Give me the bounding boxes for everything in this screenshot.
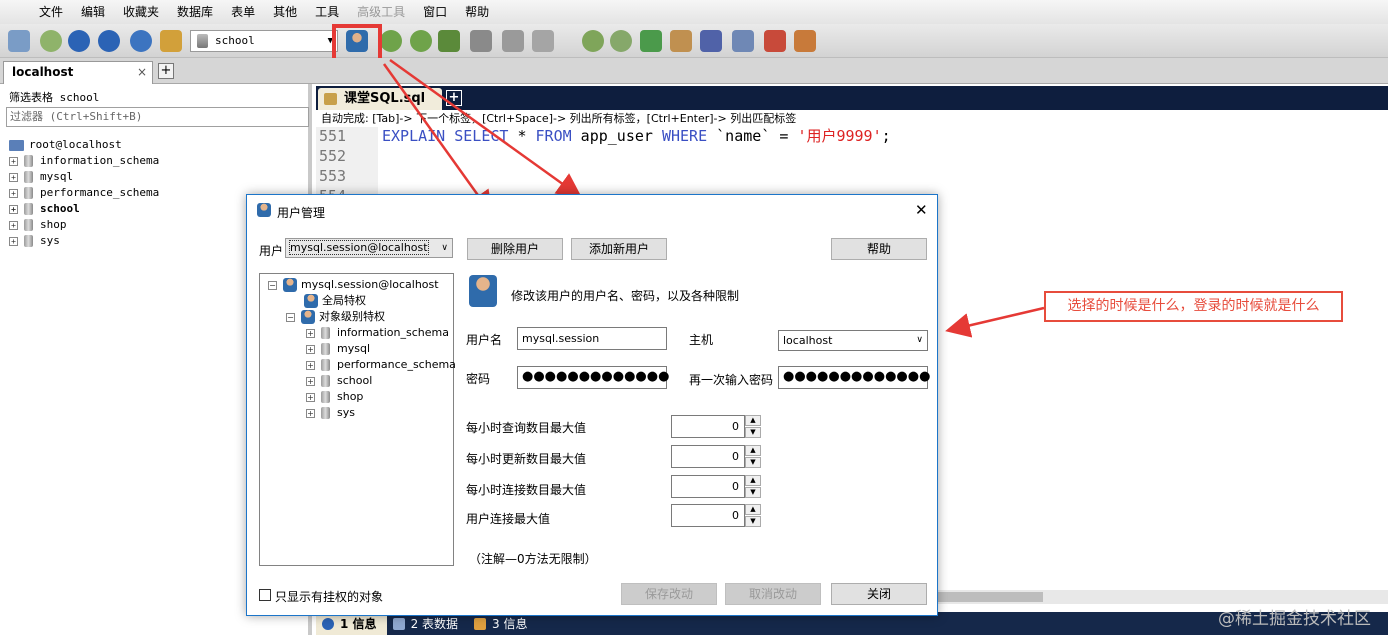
- save-button[interactable]: 保存改动: [621, 583, 717, 605]
- tree-user[interactable]: − mysql.session@localhost: [268, 277, 439, 293]
- repassword-label: 再一次输入密码: [689, 373, 774, 387]
- expand-icon[interactable]: +: [306, 328, 315, 338]
- collapse-icon[interactable]: −: [268, 280, 277, 290]
- expand-icon[interactable]: +: [306, 392, 315, 402]
- collapse-icon[interactable]: −: [286, 312, 295, 322]
- host-select[interactable]: localhost ∨: [778, 330, 928, 351]
- tree-db[interactable]: + mysql: [306, 341, 370, 357]
- expand-icon[interactable]: +: [306, 344, 315, 354]
- user-label: 用户: [259, 244, 284, 258]
- tree-db[interactable]: + performance_schema: [306, 357, 456, 373]
- tree-label: 对象级别特权: [319, 310, 385, 323]
- global-privilege-icon: [304, 294, 318, 308]
- user-select[interactable]: mysql.session@localhost ∨: [285, 238, 453, 258]
- max-connections-label: 每小时连接数目最大值: [466, 483, 587, 497]
- host-select-value: localhost: [783, 334, 833, 347]
- spin-up-icon[interactable]: ▲: [745, 415, 761, 426]
- spin-up-icon[interactable]: ▲: [745, 504, 761, 515]
- tree-db[interactable]: + information_schema: [306, 325, 449, 341]
- cancel-button[interactable]: 取消改动: [725, 583, 821, 605]
- spin-down-icon[interactable]: ▼: [745, 457, 761, 468]
- object-privilege-icon: [301, 310, 315, 324]
- tree-db[interactable]: + school: [306, 373, 372, 389]
- database-icon: [321, 359, 330, 371]
- tree-db-label: mysql: [337, 342, 370, 355]
- password-input[interactable]: ●●●●●●●●●●●●●: [517, 366, 669, 389]
- expand-icon[interactable]: +: [306, 360, 315, 370]
- tree-label: 全局特权: [322, 294, 366, 307]
- close-button[interactable]: 关闭: [831, 583, 927, 605]
- tree-db[interactable]: + shop: [306, 389, 363, 405]
- expand-icon[interactable]: +: [306, 376, 315, 386]
- limits-note: （注解—0方法无限制）: [469, 552, 597, 566]
- user-large-icon: [469, 275, 497, 307]
- spin-down-icon[interactable]: ▼: [745, 516, 761, 527]
- stepper-value[interactable]: 0: [671, 415, 745, 438]
- max-queries-label: 每小时查询数目最大值: [466, 421, 587, 435]
- spin-up-icon[interactable]: ▲: [745, 475, 761, 486]
- user-manager-dialog: 用户管理 ✕ 用户 mysql.session@localhost ∨ 删除用户 …: [246, 194, 938, 616]
- delete-user-button[interactable]: 删除用户: [467, 238, 563, 260]
- tree-global-privileges[interactable]: 全局特权: [304, 293, 366, 309]
- max-user-connections-label: 用户连接最大值: [466, 512, 551, 526]
- chevron-down-icon: ∨: [441, 243, 448, 253]
- tree-user-label: mysql.session@localhost: [301, 278, 439, 291]
- stepper-value[interactable]: 0: [671, 445, 745, 468]
- database-icon: [321, 343, 330, 355]
- tree-db-label: sys: [337, 406, 355, 419]
- stepper-value[interactable]: 0: [671, 504, 745, 527]
- arrow-to-dialog-2: [389, 58, 583, 198]
- tree-db-label: information_schema: [337, 326, 449, 339]
- max-connections-stepper[interactable]: 0 ▲ ▼: [671, 475, 761, 498]
- user-icon: [257, 203, 271, 217]
- database-icon: [321, 375, 330, 387]
- tree-object-privileges[interactable]: − 对象级别特权: [286, 309, 385, 325]
- password-label: 密码: [466, 372, 491, 386]
- chevron-down-icon: ∨: [916, 335, 923, 345]
- arrow-to-dialog-1: [382, 63, 493, 217]
- spin-up-icon[interactable]: ▲: [745, 445, 761, 456]
- tree-db-label: shop: [337, 390, 364, 403]
- spin-down-icon[interactable]: ▼: [745, 427, 761, 438]
- tree-db-label: school: [337, 374, 373, 387]
- spin-down-icon[interactable]: ▼: [745, 487, 761, 498]
- database-icon: [321, 407, 330, 419]
- arrow-to-host: [945, 306, 1045, 338]
- username-label: 用户名: [466, 333, 503, 347]
- only-privileged-label: 只显示有挂权的对象: [275, 590, 384, 604]
- only-privileged-checkbox[interactable]: [259, 589, 271, 601]
- max-user-connections-stepper[interactable]: 0 ▲ ▼: [671, 504, 761, 527]
- annotation-callout: 选择的时候是什么，登录的时候就是什么: [1044, 291, 1343, 322]
- tree-db[interactable]: + sys: [306, 405, 355, 421]
- dialog-title: 用户管理: [277, 206, 326, 220]
- repassword-input[interactable]: ●●●●●●●●●●●●●: [778, 366, 930, 389]
- help-button[interactable]: 帮助: [831, 238, 927, 260]
- stepper-value[interactable]: 0: [671, 475, 745, 498]
- username-input[interactable]: mysql.session: [517, 327, 667, 350]
- user-select-value: mysql.session@localhost: [289, 240, 429, 255]
- database-icon: [321, 391, 330, 403]
- max-updates-stepper[interactable]: 0 ▲ ▼: [671, 445, 761, 468]
- expand-icon[interactable]: +: [306, 408, 315, 418]
- max-updates-label: 每小时更新数目最大值: [466, 452, 587, 466]
- user-icon: [283, 278, 297, 292]
- tree-db-label: performance_schema: [337, 358, 456, 371]
- database-icon: [321, 327, 330, 339]
- privilege-tree: − mysql.session@localhost 全局特权 − 对象级别特权 + i…: [259, 273, 456, 566]
- host-label: 主机: [689, 333, 714, 347]
- dialog-description: 修改该用户的用户名、密码，以及各种限制: [511, 289, 740, 303]
- max-queries-stepper[interactable]: 0 ▲ ▼: [671, 415, 761, 438]
- close-icon[interactable]: ✕: [915, 201, 928, 219]
- add-user-button[interactable]: 添加新用户: [571, 238, 667, 260]
